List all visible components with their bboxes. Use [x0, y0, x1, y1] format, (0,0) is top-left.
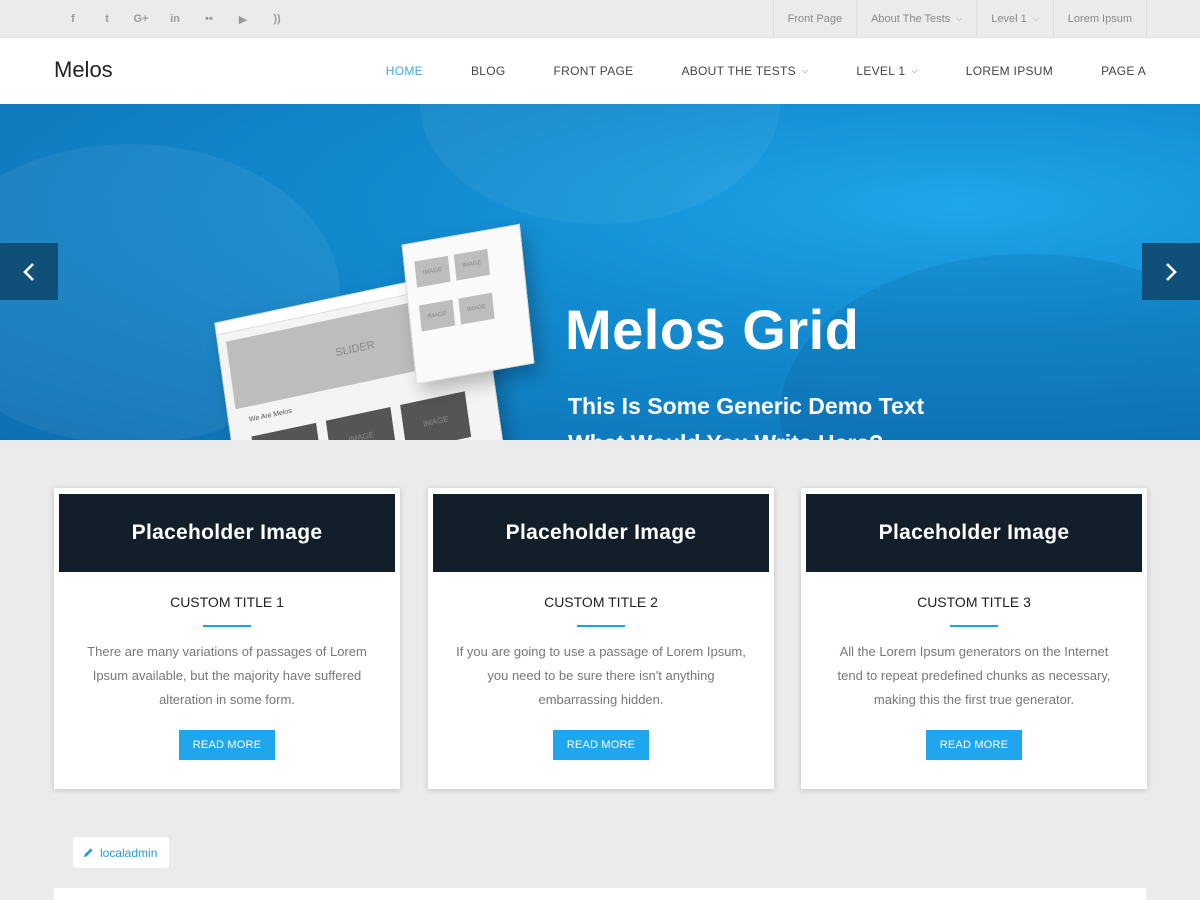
read-more-button[interactable]: READ MORE: [179, 730, 275, 760]
chevron-down-icon: ⌵: [1032, 14, 1039, 23]
content-panel: [54, 888, 1146, 900]
mockup-thumb: IMAGE: [325, 407, 397, 440]
hero-subtitle: This Is Some Generic Demo Text What Woul…: [568, 388, 1028, 440]
hero-subtitle-line: What Would You Write Here?: [568, 425, 1028, 440]
hero-mockup-grid: IMAGE IMAGE IMAGE IMAGE: [401, 223, 535, 385]
site-logo[interactable]: Melos: [54, 57, 113, 83]
nav-page-a[interactable]: PAGE A: [1101, 38, 1146, 104]
nav-blog[interactable]: BLOG: [471, 38, 506, 104]
chevron-left-icon: [23, 262, 34, 281]
chevron-down-icon: ⌵: [911, 66, 918, 75]
chevron-down-icon: ⌵: [956, 14, 963, 23]
mockup-grid-tile: IMAGE: [419, 299, 456, 332]
top-menu-about-the-tests[interactable]: About The Tests ⌵: [856, 0, 976, 38]
title-underline: [950, 625, 998, 627]
nav-lorem-ipsum[interactable]: LOREM IPSUM: [966, 38, 1053, 104]
top-menu-level-1[interactable]: Level 1 ⌵: [976, 0, 1053, 38]
chevron-right-icon: [1166, 262, 1177, 281]
card-title: CUSTOM TITLE 3: [917, 594, 1031, 610]
hero-title: Melos Grid: [565, 298, 860, 361]
nav-level-1[interactable]: LEVEL 1 ⌵: [856, 38, 917, 104]
card-text: There are many variations of passages of…: [87, 644, 367, 707]
mockup-thumb: IMAGE: [251, 422, 323, 440]
author-name: localadmin: [100, 845, 158, 860]
youtube-icon[interactable]: ▶: [226, 0, 260, 38]
top-menu-lorem-ipsum[interactable]: Lorem Ipsum: [1052, 0, 1147, 38]
mockup-grid-tile: IMAGE: [414, 255, 451, 288]
chevron-down-icon: ⌵: [801, 66, 809, 75]
rss-icon[interactable]: )): [260, 0, 294, 38]
top-menu: Front Page About The Tests ⌵ Level 1 ⌵ Lor…: [772, 0, 1147, 38]
google-plus-icon[interactable]: G+: [124, 0, 158, 38]
feature-card: Placeholder Image CUSTOM TITLE 1 There a…: [54, 488, 400, 789]
read-more-button[interactable]: READ MORE: [553, 730, 649, 760]
nav-front-page[interactable]: FRONT PAGE: [554, 38, 634, 104]
main-nav: HOME BLOG FRONT PAGE ABOUT THE TESTS ⌵ LE…: [386, 38, 1146, 104]
nav-home[interactable]: HOME: [386, 38, 423, 104]
placeholder-image: Placeholder Image: [806, 494, 1142, 572]
site-header: Melos HOME BLOG FRONT PAGE ABOUT THE TES…: [0, 38, 1200, 104]
mockup-grid-tile: IMAGE: [453, 248, 491, 281]
top-menu-front-page[interactable]: Front Page: [772, 0, 856, 38]
placeholder-image: Placeholder Image: [59, 494, 395, 572]
title-underline: [203, 625, 251, 627]
hero-bg-shape: [420, 104, 780, 224]
flickr-icon[interactable]: ••: [192, 0, 226, 38]
feature-card: Placeholder Image CUSTOM TITLE 2 If you …: [428, 488, 774, 789]
mockup-grid-tile: IMAGE: [458, 292, 495, 325]
nav-about-the-tests[interactable]: ABOUT THE TESTS ⌵: [681, 38, 808, 104]
title-underline: [577, 625, 625, 627]
linkedin-icon[interactable]: in: [158, 0, 192, 38]
placeholder-image: Placeholder Image: [433, 494, 769, 572]
card-text: All the Lorem Ipsum generators on the In…: [837, 644, 1111, 707]
author-link[interactable]: localadmin: [73, 837, 169, 868]
hero-slider: SLIDER We Are Melos IMAGE IMAGE IMAGE IM…: [0, 104, 1200, 440]
mockup-thumb: IMAGE: [400, 391, 472, 440]
card-text: If you are going to use a passage of Lor…: [456, 644, 746, 707]
social-links: f t G+ in •• ▶ )): [56, 0, 294, 38]
hero-subtitle-line: This Is Some Generic Demo Text: [568, 393, 925, 419]
slider-prev-button[interactable]: [0, 243, 58, 300]
pencil-icon: [84, 848, 93, 857]
top-bar: f t G+ in •• ▶ )) Front Page About The T…: [0, 0, 1200, 38]
card-title: CUSTOM TITLE 2: [544, 594, 658, 610]
read-more-button[interactable]: READ MORE: [926, 730, 1022, 760]
facebook-icon[interactable]: f: [56, 0, 90, 38]
twitter-icon[interactable]: t: [90, 0, 124, 38]
card-title: CUSTOM TITLE 1: [170, 594, 284, 610]
slider-next-button[interactable]: [1142, 243, 1200, 300]
feature-card: Placeholder Image CUSTOM TITLE 3 All the…: [801, 488, 1147, 789]
